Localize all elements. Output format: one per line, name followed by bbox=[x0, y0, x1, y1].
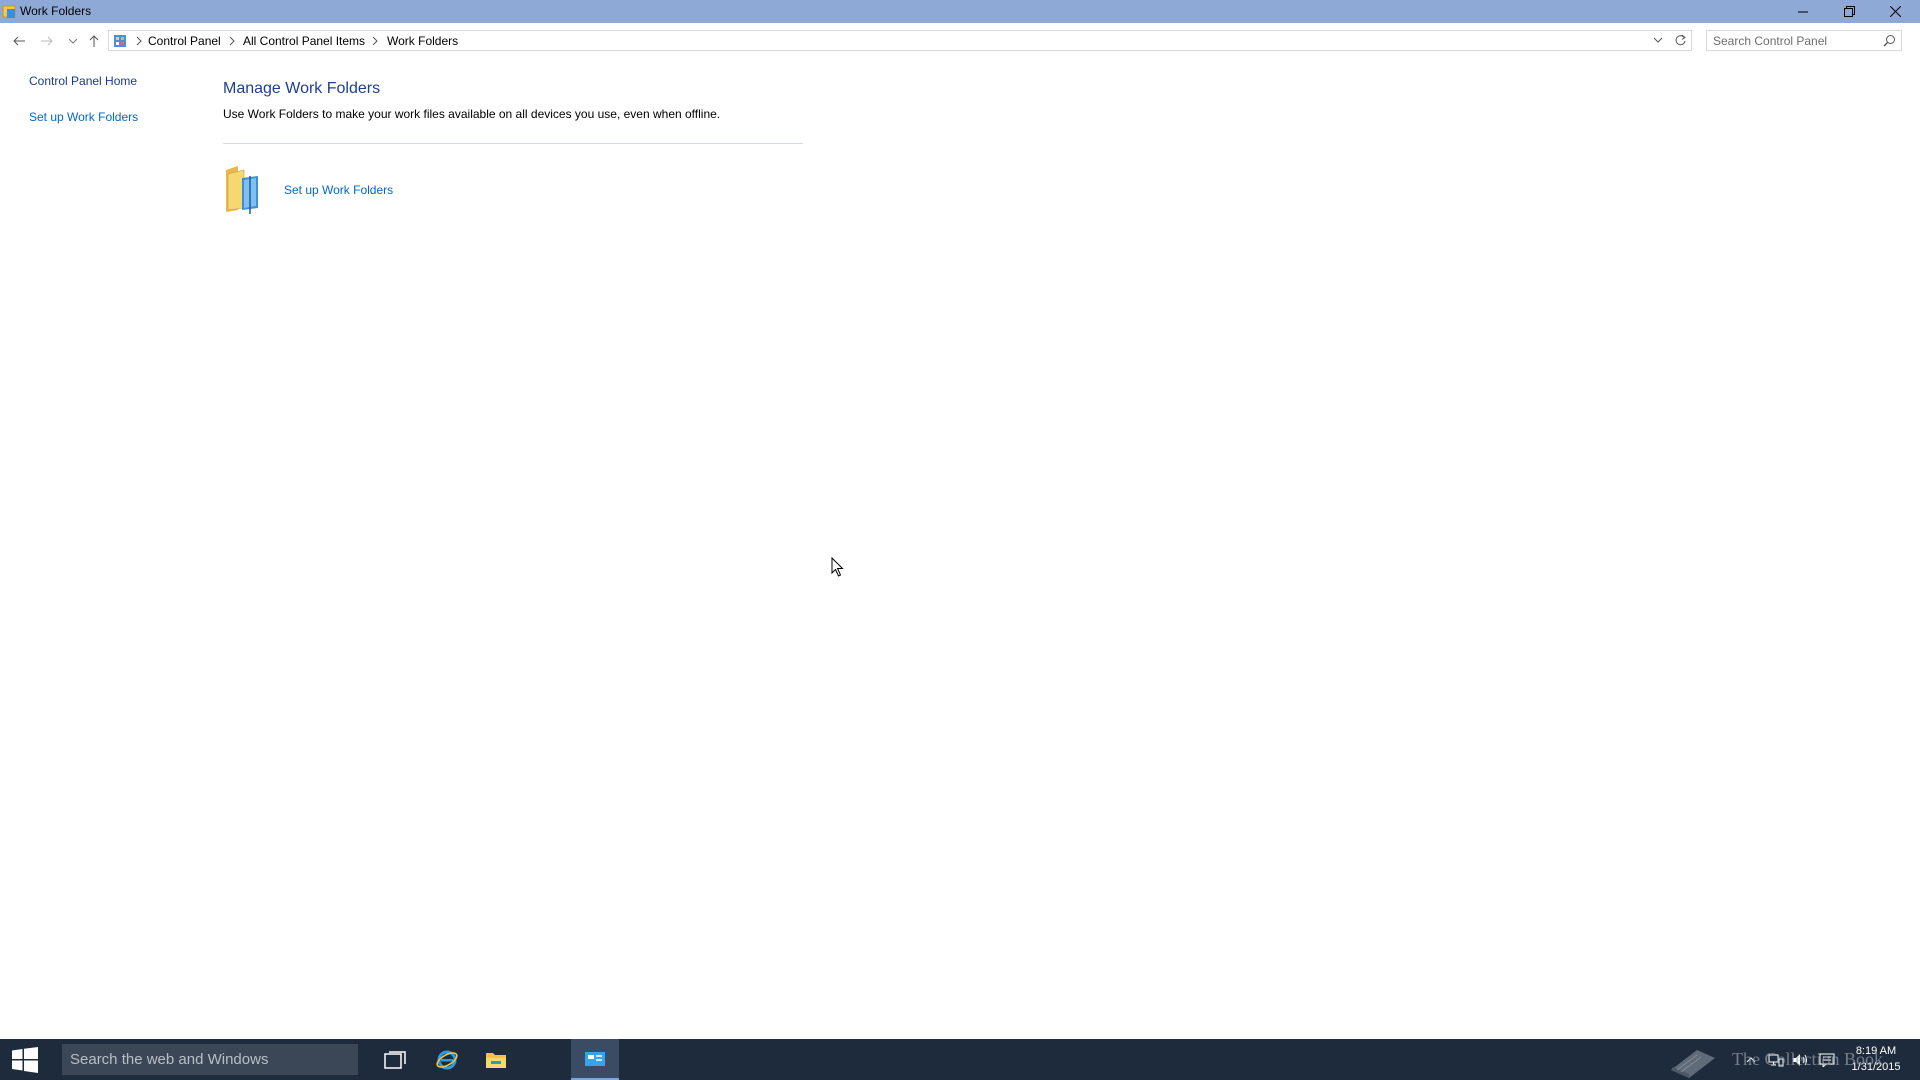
start-button[interactable] bbox=[0, 1039, 50, 1080]
control-panel-home-link[interactable]: Control Panel Home bbox=[29, 74, 137, 88]
control-panel-icon bbox=[114, 35, 126, 47]
internet-explorer-icon bbox=[436, 1050, 458, 1069]
taskbar-search-placeholder: Search the web and Windows bbox=[70, 1051, 269, 1068]
back-button[interactable] bbox=[8, 30, 30, 52]
breadcrumb-control-panel[interactable]: Control Panel bbox=[148, 34, 221, 48]
file-explorer-button[interactable] bbox=[472, 1039, 520, 1080]
file-explorer-icon bbox=[486, 1052, 506, 1068]
windows-logo-icon bbox=[12, 1046, 38, 1073]
up-button[interactable] bbox=[83, 30, 105, 52]
forward-button[interactable] bbox=[36, 30, 58, 52]
chevron-down-icon bbox=[69, 38, 77, 44]
task-view-button[interactable] bbox=[371, 1039, 419, 1080]
control-panel-icon bbox=[585, 1051, 605, 1066]
search-box[interactable] bbox=[1706, 30, 1902, 51]
title-bar: Work Folders bbox=[0, 0, 1920, 23]
chevron-right-icon bbox=[229, 36, 235, 46]
restore-icon bbox=[1843, 6, 1855, 17]
window-title: Work Folders bbox=[20, 4, 92, 18]
watermark: The Collection Book bbox=[1667, 1044, 1897, 1078]
page-title: Manage Work Folders bbox=[223, 80, 381, 97]
minimize-icon bbox=[1798, 11, 1808, 12]
watermark-text: The Collection Book bbox=[1732, 1049, 1883, 1069]
close-icon bbox=[1889, 6, 1901, 17]
breadcrumb-all-control-panel-items[interactable]: All Control Panel Items bbox=[243, 34, 365, 48]
address-bar[interactable]: Control Panel All Control Panel Items Wo… bbox=[108, 30, 1692, 51]
close-button[interactable] bbox=[1872, 0, 1918, 23]
navigation-bar: Control Panel All Control Panel Items Wo… bbox=[0, 28, 1920, 54]
taskbar: Search the web and Windows 8:19 AM 1/31/… bbox=[0, 1039, 1920, 1080]
chevron-right-icon bbox=[372, 36, 378, 46]
address-history-icon[interactable] bbox=[1653, 35, 1663, 45]
work-folders-app-icon bbox=[2, 5, 16, 18]
recent-locations-button[interactable] bbox=[62, 30, 84, 52]
minimize-button[interactable] bbox=[1780, 0, 1826, 23]
taskbar-search-box[interactable]: Search the web and Windows bbox=[62, 1044, 358, 1075]
search-icon[interactable] bbox=[1883, 34, 1896, 47]
book-logo-icon bbox=[1671, 1050, 1715, 1078]
refresh-icon[interactable] bbox=[1674, 34, 1687, 47]
work-folders-icon[interactable] bbox=[224, 164, 268, 214]
task-view-icon bbox=[384, 1050, 406, 1069]
up-arrow-icon bbox=[89, 35, 99, 47]
internet-explorer-button[interactable] bbox=[423, 1039, 471, 1080]
setup-work-folders-link[interactable]: Set up Work Folders bbox=[284, 183, 393, 197]
chevron-right-icon bbox=[136, 36, 142, 46]
breadcrumb-work-folders[interactable]: Work Folders bbox=[387, 34, 458, 48]
search-input[interactable] bbox=[1713, 33, 1873, 48]
restore-button[interactable] bbox=[1826, 0, 1872, 23]
control-panel-taskbar-button[interactable] bbox=[571, 1039, 619, 1080]
mouse-cursor-icon bbox=[831, 557, 844, 577]
back-arrow-icon bbox=[13, 36, 25, 46]
forward-arrow-icon bbox=[41, 36, 53, 46]
divider bbox=[223, 143, 803, 144]
left-setup-work-folders-link[interactable]: Set up Work Folders bbox=[29, 110, 138, 124]
page-description: Use Work Folders to make your work files… bbox=[223, 107, 721, 121]
